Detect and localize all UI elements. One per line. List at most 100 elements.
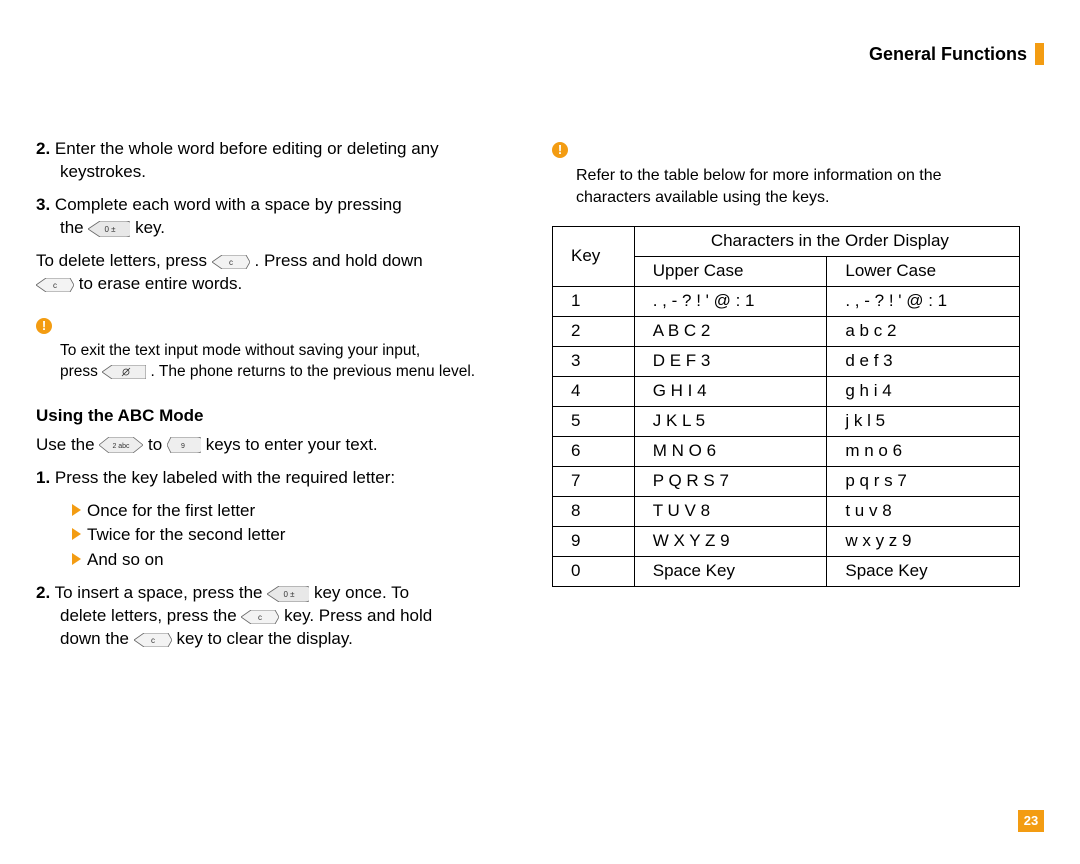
table-row: 7P Q R S 7p q r s 7 (553, 466, 1020, 496)
body-text: key. Press and hold (284, 606, 432, 625)
cell-upper: W X Y Z 9 (634, 526, 827, 556)
note: ! To exit the text input mode without sa… (36, 312, 504, 383)
table-row: 2A B C 2a b c 2 (553, 317, 1020, 347)
svg-text:0 ±: 0 ± (105, 225, 117, 234)
list-item: 2. To insert a space, press the 0 ± key … (36, 582, 504, 651)
svg-text:0 ±: 0 ± (284, 590, 296, 599)
svg-text:c: c (258, 613, 262, 622)
svg-text:9: 9 (181, 443, 185, 450)
cell-key: 1 (553, 287, 635, 317)
triangle-bullet-icon (72, 504, 81, 516)
table-row: 8T U V 8t u v 8 (553, 496, 1020, 526)
table-row: 5J K L 5j k l 5 (553, 407, 1020, 437)
svg-text:c: c (53, 281, 57, 290)
body-text: key to clear the display. (176, 629, 352, 648)
cell-key: 2 (553, 317, 635, 347)
cell-upper: T U V 8 (634, 496, 827, 526)
svg-text:c: c (151, 636, 155, 645)
svg-text:2 abc: 2 abc (113, 443, 131, 450)
cell-lower: j k l 5 (827, 407, 1020, 437)
body-text: Twice for the second letter (87, 525, 285, 544)
cell-upper: G H I 4 (634, 377, 827, 407)
key-2-icon: 2 abc (99, 437, 143, 453)
cell-lower: g h i 4 (827, 377, 1020, 407)
body-text: Press the key labeled with the required … (55, 468, 395, 487)
key-clear-icon: c (134, 633, 172, 647)
body-text: down the (60, 629, 134, 648)
table-row: 3D E F 3d e f 3 (553, 347, 1020, 377)
cell-lower: d e f 3 (827, 347, 1020, 377)
table-row: 0Space KeySpace Key (553, 556, 1020, 586)
list-number: 3. (36, 195, 50, 214)
alert-icon: ! (552, 142, 568, 158)
key-clear-icon: c (241, 610, 279, 624)
cell-key: 3 (553, 347, 635, 377)
table-row: 9W X Y Z 9w x y z 9 (553, 526, 1020, 556)
cell-lower: Space Key (827, 556, 1020, 586)
cell-upper: M N O 6 (634, 436, 827, 466)
body-text: And so on (87, 550, 164, 569)
table-row: 6M N O 6m n o 6 (553, 436, 1020, 466)
triangle-bullet-icon (72, 553, 81, 565)
note: ! Refer to the table below for more info… (552, 136, 1020, 208)
cell-upper: Space Key (634, 556, 827, 586)
svg-text:c: c (229, 258, 233, 267)
list-number: 2. (36, 583, 50, 602)
triangle-bullet-icon (72, 528, 81, 540)
key-9-icon: 9 (167, 437, 201, 453)
cell-upper: J K L 5 (634, 407, 827, 437)
cell-lower: . , - ? ! ' @ : 1 (827, 287, 1020, 317)
table-header-span: Characters in the Order Display (634, 227, 1019, 257)
table-header-upper: Upper Case (634, 257, 827, 287)
key-clear-icon: c (36, 278, 74, 292)
table-row: 1. , - ? ! ' @ : 1. , - ? ! ' @ : 1 (553, 287, 1020, 317)
list-number: 1. (36, 468, 50, 487)
body-text: keystrokes. (36, 161, 504, 184)
body-text: Complete each word with a space by press… (55, 195, 402, 214)
cell-key: 4 (553, 377, 635, 407)
body-text: Once for the first letter (87, 501, 255, 520)
header-accent-bar (1035, 43, 1044, 65)
cell-lower: p q r s 7 (827, 466, 1020, 496)
table-header-lower: Lower Case (827, 257, 1020, 287)
cell-upper: P Q R S 7 (634, 466, 827, 496)
list-item: 3. Complete each word with a space by pr… (36, 194, 504, 240)
key-end-icon (102, 365, 146, 379)
list-number: 2. (36, 139, 50, 158)
cell-key: 8 (553, 496, 635, 526)
body-text: To delete letters, press c . Press and h… (36, 250, 504, 296)
cell-key: 5 (553, 407, 635, 437)
cell-lower: a b c 2 (827, 317, 1020, 347)
cell-key: 9 (553, 526, 635, 556)
left-column: 2. Enter the whole word before editing o… (36, 136, 504, 661)
cell-key: 7 (553, 466, 635, 496)
body-text: key once. To (314, 583, 409, 602)
note-text: To exit the text input mode without savi… (36, 341, 504, 383)
characters-table: Key Characters in the Order Display Uppe… (552, 226, 1020, 586)
header-title: General Functions (869, 42, 1027, 66)
cell-lower: t u v 8 (827, 496, 1020, 526)
sub-list: Once for the first letter Twice for the … (36, 500, 504, 573)
cell-key: 0 (553, 556, 635, 586)
list-item: 1. Press the key labeled with the requir… (36, 467, 504, 490)
body-text: Enter the whole word before editing or d… (55, 139, 439, 158)
cell-upper: A B C 2 (634, 317, 827, 347)
body-text: the 0 ± key. (36, 217, 504, 240)
cell-key: 6 (553, 436, 635, 466)
note-text: Refer to the table below for more inform… (552, 165, 1020, 208)
body-text: To insert a space, press the (55, 583, 268, 602)
cell-lower: m n o 6 (827, 436, 1020, 466)
alert-icon: ! (36, 318, 52, 334)
body-text: Use the 2 abc to 9 keys to enter your te… (36, 434, 504, 457)
key-0-icon: 0 ± (88, 221, 130, 237)
right-column: ! Refer to the table below for more info… (552, 136, 1020, 661)
page-header: General Functions (36, 42, 1044, 66)
table-row: 4G H I 4g h i 4 (553, 377, 1020, 407)
cell-lower: w x y z 9 (827, 526, 1020, 556)
cell-upper: D E F 3 (634, 347, 827, 377)
cell-upper: . , - ? ! ' @ : 1 (634, 287, 827, 317)
page-number: 23 (1018, 810, 1044, 832)
key-0-icon: 0 ± (267, 586, 309, 602)
section-heading: Using the ABC Mode (36, 405, 504, 428)
key-clear-icon: c (212, 255, 250, 269)
